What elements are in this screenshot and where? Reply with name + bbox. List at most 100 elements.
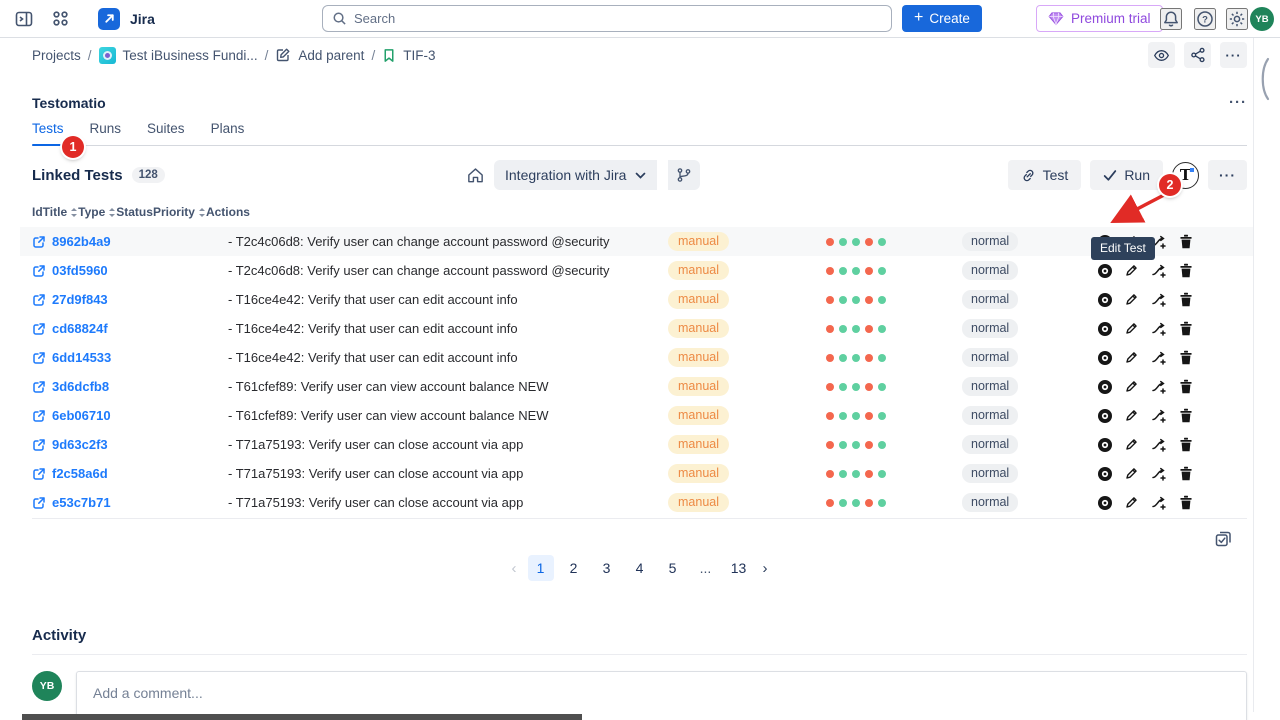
prev-page-icon[interactable]: ‹ bbox=[508, 560, 521, 577]
sidebar-toggle-icon[interactable] bbox=[10, 5, 38, 33]
view-eye-icon[interactable] bbox=[1096, 291, 1113, 308]
test-id-link[interactable]: 3d6dcfb8 bbox=[52, 379, 109, 394]
page-number[interactable]: 4 bbox=[627, 555, 653, 581]
branch-icon[interactable] bbox=[668, 160, 700, 190]
page-number[interactable]: 3 bbox=[594, 555, 620, 581]
integration-dropdown[interactable]: Integration with Jira bbox=[494, 160, 657, 190]
table-row[interactable]: 6dd14533 - T16ce4e42: Verify that user c… bbox=[32, 343, 1247, 372]
view-eye-icon[interactable] bbox=[1096, 378, 1113, 395]
toolbar-more-icon[interactable]: ··· bbox=[1208, 160, 1247, 190]
test-id-link[interactable]: cd68824f bbox=[52, 321, 108, 336]
user-avatar[interactable]: YB bbox=[1250, 7, 1274, 31]
page-number[interactable]: ... bbox=[693, 555, 719, 581]
edit-pencil-icon[interactable] bbox=[1123, 262, 1140, 279]
delete-trash-icon[interactable] bbox=[1177, 349, 1194, 366]
sort-icon[interactable] bbox=[109, 208, 116, 217]
table-row[interactable]: 6eb06710 - T61cfef89: Verify user can vi… bbox=[32, 401, 1247, 430]
table-row[interactable]: 8962b4a9 - T2c4c06d8: Verify user can ch… bbox=[20, 227, 1253, 256]
home-icon[interactable] bbox=[466, 166, 485, 185]
view-eye-icon[interactable] bbox=[1096, 494, 1113, 511]
view-eye-icon[interactable] bbox=[1096, 436, 1113, 453]
run-button[interactable]: Run bbox=[1090, 160, 1163, 190]
ai-sync-icon[interactable] bbox=[1150, 494, 1167, 511]
test-id-link[interactable]: f2c58a6d bbox=[52, 466, 108, 481]
panel-more-icon[interactable]: ··· bbox=[1229, 94, 1247, 111]
ai-sync-icon[interactable] bbox=[1150, 465, 1167, 482]
delete-trash-icon[interactable] bbox=[1177, 494, 1194, 511]
view-eye-icon[interactable] bbox=[1096, 262, 1113, 279]
table-row[interactable]: cd68824f - T16ce4e42: Verify that user c… bbox=[32, 314, 1247, 343]
watch-eye-icon[interactable] bbox=[1148, 42, 1175, 68]
test-button[interactable]: Test bbox=[1008, 160, 1082, 190]
test-id-link[interactable]: 27d9f843 bbox=[52, 292, 108, 307]
delete-trash-icon[interactable] bbox=[1177, 233, 1194, 250]
edit-pencil-icon[interactable] bbox=[1123, 291, 1140, 308]
table-row[interactable]: e53c7b71 - T71a75193: Verify user can cl… bbox=[32, 488, 1247, 517]
test-id-link[interactable]: 6dd14533 bbox=[52, 350, 111, 365]
test-id-link[interactable]: e53c7b71 bbox=[52, 495, 111, 510]
ai-sync-icon[interactable] bbox=[1150, 262, 1167, 279]
share-icon[interactable] bbox=[1184, 42, 1211, 68]
ai-sync-icon[interactable] bbox=[1150, 378, 1167, 395]
tab[interactable]: Suites bbox=[147, 121, 185, 145]
view-eye-icon[interactable] bbox=[1096, 407, 1113, 424]
edit-pencil-icon[interactable] bbox=[1123, 349, 1140, 366]
edit-pencil-icon[interactable] bbox=[1123, 407, 1140, 424]
delete-trash-icon[interactable] bbox=[1177, 320, 1194, 337]
tab[interactable]: Plans bbox=[211, 121, 245, 145]
page-number[interactable]: 5 bbox=[660, 555, 686, 581]
breadcrumb-issue-key[interactable]: TIF-3 bbox=[403, 48, 435, 63]
ai-sync-icon[interactable] bbox=[1150, 291, 1167, 308]
column-header[interactable]: Status bbox=[116, 205, 153, 219]
test-id-link[interactable]: 6eb06710 bbox=[52, 408, 111, 423]
premium-trial-button[interactable]: Premium trial bbox=[1036, 5, 1163, 32]
table-row[interactable]: 27d9f843 - T16ce4e42: Verify that user c… bbox=[32, 285, 1247, 314]
breadcrumb-projects-link[interactable]: Projects bbox=[32, 48, 81, 63]
notifications-bell-icon[interactable] bbox=[1160, 8, 1182, 30]
view-eye-icon[interactable] bbox=[1096, 349, 1113, 366]
table-row[interactable]: 03fd5960 - T2c4c06d8: Verify user can ch… bbox=[32, 256, 1247, 285]
edit-pencil-icon[interactable] bbox=[1123, 465, 1140, 482]
ai-sync-icon[interactable] bbox=[1150, 349, 1167, 366]
settings-gear-icon[interactable] bbox=[1226, 8, 1248, 30]
edit-pencil-icon[interactable] bbox=[1123, 320, 1140, 337]
test-id-link[interactable]: 03fd5960 bbox=[52, 263, 108, 278]
sort-icon[interactable] bbox=[71, 208, 78, 217]
view-eye-icon[interactable] bbox=[1096, 320, 1113, 337]
create-button[interactable]: + Create bbox=[902, 5, 982, 32]
page-number[interactable]: 2 bbox=[561, 555, 587, 581]
table-row[interactable]: 9d63c2f3 - T71a75193: Verify user can cl… bbox=[32, 430, 1247, 459]
app-switcher-icon[interactable] bbox=[46, 5, 74, 33]
export-copy-check-icon[interactable] bbox=[1213, 528, 1233, 548]
tab[interactable]: Runs bbox=[90, 121, 122, 145]
edit-pencil-icon[interactable] bbox=[1123, 378, 1140, 395]
column-header[interactable]: Id bbox=[32, 205, 43, 219]
page-number[interactable]: 1 bbox=[528, 555, 554, 581]
help-icon[interactable]: ? bbox=[1194, 8, 1216, 30]
delete-trash-icon[interactable] bbox=[1177, 407, 1194, 424]
column-header[interactable]: Actions bbox=[206, 205, 250, 219]
more-actions-icon[interactable]: ··· bbox=[1220, 42, 1247, 68]
ai-sync-icon[interactable] bbox=[1150, 436, 1167, 453]
sort-icon[interactable] bbox=[199, 208, 206, 217]
next-page-icon[interactable]: › bbox=[759, 560, 772, 577]
ai-sync-icon[interactable] bbox=[1150, 407, 1167, 424]
view-eye-icon[interactable] bbox=[1096, 465, 1113, 482]
column-header[interactable]: Title bbox=[43, 205, 78, 219]
column-header[interactable]: Priority bbox=[153, 205, 206, 219]
edit-pencil-icon[interactable] bbox=[1123, 494, 1140, 511]
search-input[interactable] bbox=[354, 11, 834, 26]
test-id-link[interactable]: 9d63c2f3 bbox=[52, 437, 108, 452]
jira-logo-icon[interactable] bbox=[98, 8, 120, 30]
test-id-link[interactable]: 8962b4a9 bbox=[52, 234, 111, 249]
delete-trash-icon[interactable] bbox=[1177, 436, 1194, 453]
global-search[interactable] bbox=[322, 5, 892, 32]
breadcrumb-project-link[interactable]: Test iBusiness Fundi... bbox=[123, 48, 258, 63]
breadcrumb-add-parent-link[interactable]: Add parent bbox=[298, 48, 364, 63]
ai-sync-icon[interactable] bbox=[1150, 320, 1167, 337]
tab[interactable]: Tests bbox=[32, 121, 64, 145]
delete-trash-icon[interactable] bbox=[1177, 291, 1194, 308]
page-number[interactable]: 13 bbox=[726, 555, 752, 581]
column-header[interactable]: Type bbox=[78, 205, 116, 219]
comment-avatar[interactable]: YB bbox=[32, 671, 62, 701]
